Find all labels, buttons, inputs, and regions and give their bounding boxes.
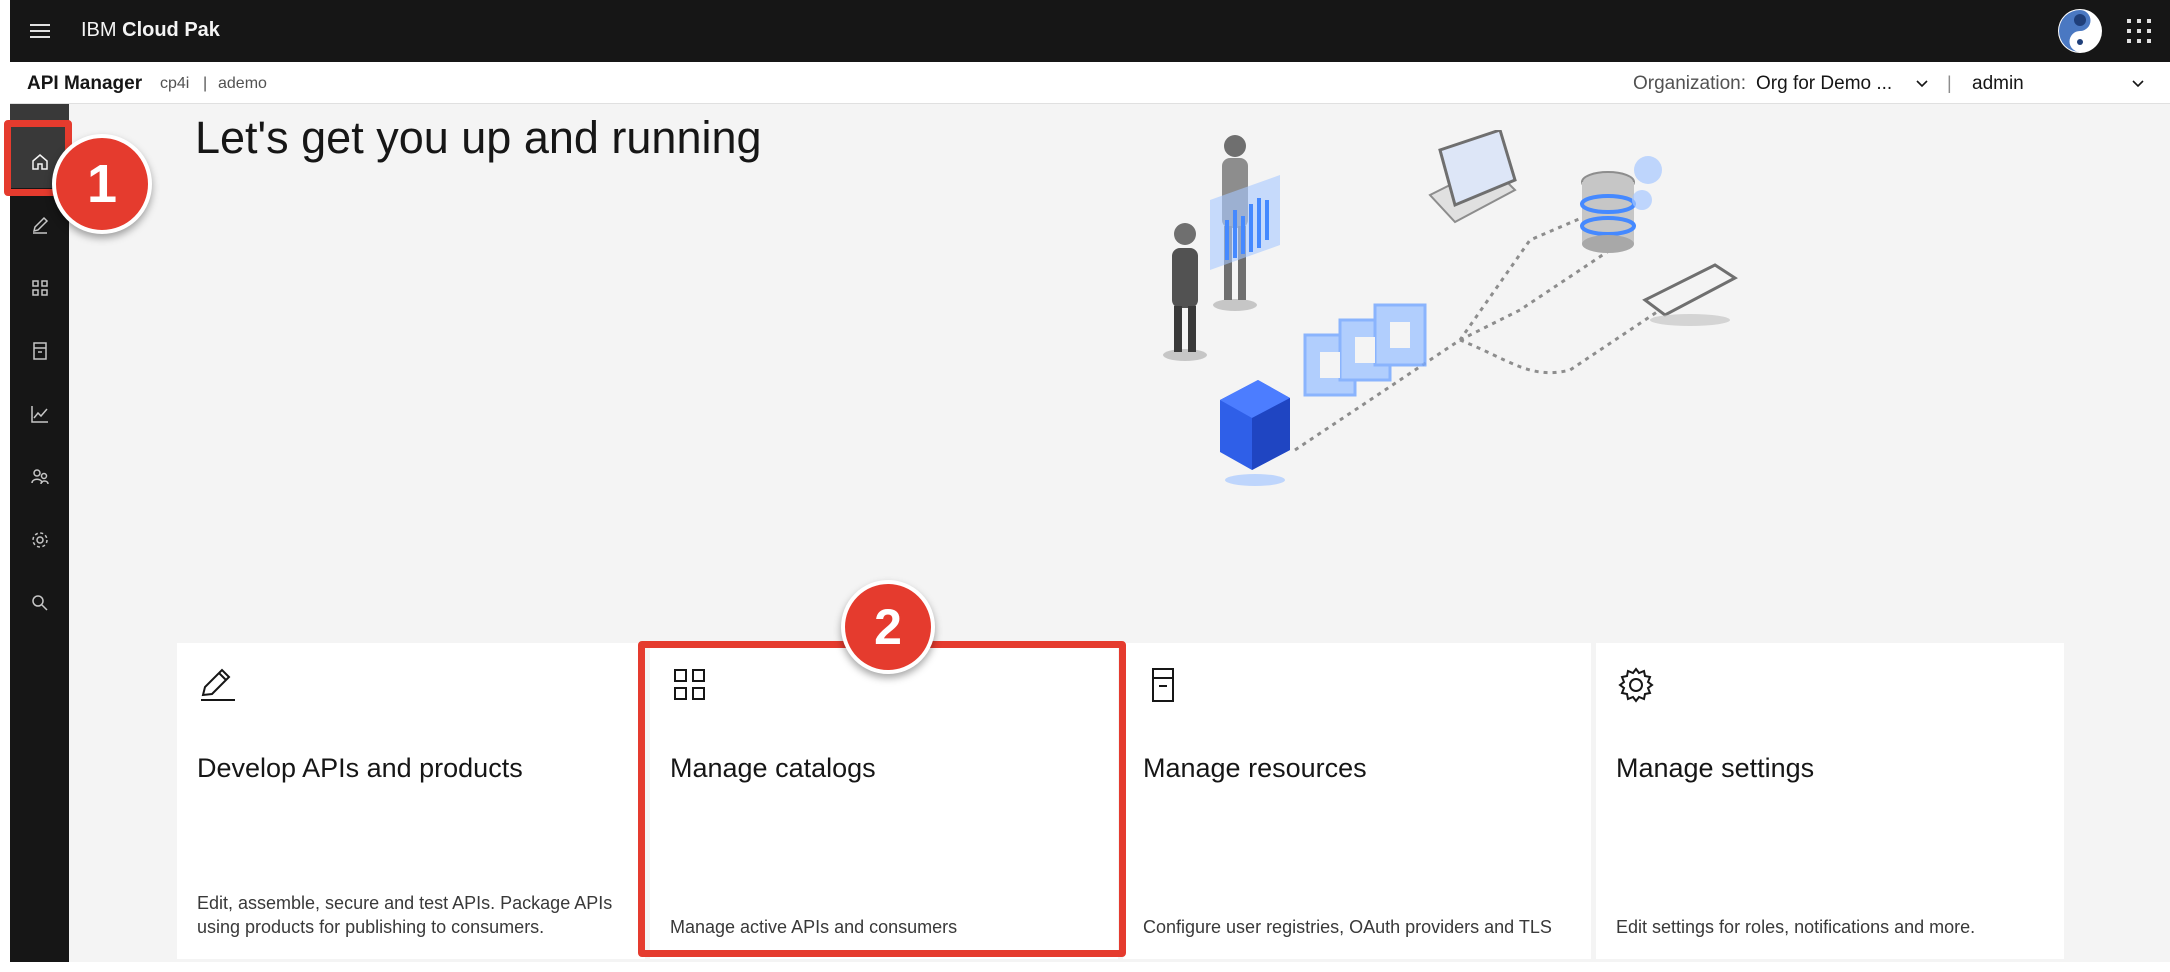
user-dropdown[interactable]: admin [1972, 73, 2024, 95]
organization-dropdown[interactable]: Org for Demo ... [1756, 73, 1892, 95]
side-nav-icons [10, 104, 69, 962]
brand-cloud-pak: Cloud Pak [122, 19, 220, 41]
gear-icon [1618, 667, 1654, 703]
tile-manage-settings[interactable]: Manage settings Edit settings for roles,… [1596, 643, 2064, 959]
chevron-down-icon[interactable] [2131, 77, 2145, 91]
top-bar: IBM Cloud Pak [10, 0, 2170, 62]
breadcrumb-separator: | [203, 75, 208, 92]
gear-icon [31, 532, 48, 548]
tile-description: Edit, assemble, secure and test APIs. Pa… [197, 893, 613, 937]
step-badge-1: 1 [52, 134, 152, 234]
breadcrumb-ademo[interactable]: ademo [218, 75, 267, 93]
breadcrumb-cp4i[interactable]: cp4i [160, 75, 189, 93]
organization-label: Organization: [1633, 73, 1747, 94]
header-separator: | [1947, 73, 1952, 93]
nav-item-search[interactable] [10, 577, 69, 629]
brand-ibm: IBM [81, 19, 117, 41]
tile-title: Develop APIs and products [197, 753, 523, 783]
nav-item-resources[interactable] [10, 325, 69, 377]
app-switcher-icon[interactable] [2126, 18, 2152, 44]
tile-description: Configure user registries, OAuth provide… [1143, 917, 1552, 937]
page-title: Let's get you up and running [195, 112, 762, 163]
nav-item-members[interactable] [10, 451, 69, 503]
app-name[interactable]: API Manager [27, 73, 142, 95]
highlight-box-catalogs [638, 641, 1126, 957]
tile-title: Manage resources [1143, 753, 1367, 783]
hero-illustration [1163, 130, 1738, 486]
tile-description: Edit settings for roles, notifications a… [1616, 917, 1976, 937]
user-avatar-icon[interactable] [2057, 8, 2103, 54]
chevron-down-icon[interactable] [1915, 77, 1929, 91]
nav-item-analytics[interactable] [10, 388, 69, 440]
pencil-icon [32, 216, 48, 234]
tile-manage-resources[interactable]: Manage resources Configure user registri… [1123, 643, 1591, 959]
pencil-icon [201, 668, 235, 701]
header-bar: API Manager cp4i | ademo Organization: O… [10, 62, 2170, 104]
server-icon [1152, 668, 1174, 702]
hamburger-menu-icon[interactable] [24, 15, 56, 47]
tile-develop[interactable]: Develop APIs and products Edit, assemble… [177, 643, 645, 959]
nav-item-settings[interactable] [10, 514, 69, 566]
product-brand[interactable]: IBM Cloud Pak [81, 19, 220, 42]
search-icon [31, 595, 48, 611]
nav-item-manage[interactable] [10, 262, 69, 314]
server-icon [32, 342, 47, 360]
users-icon [30, 469, 49, 485]
chart-line-icon [30, 406, 48, 423]
tile-title: Manage settings [1616, 753, 1815, 783]
grid-icon [31, 280, 48, 296]
step-badge-2: 2 [841, 580, 935, 674]
